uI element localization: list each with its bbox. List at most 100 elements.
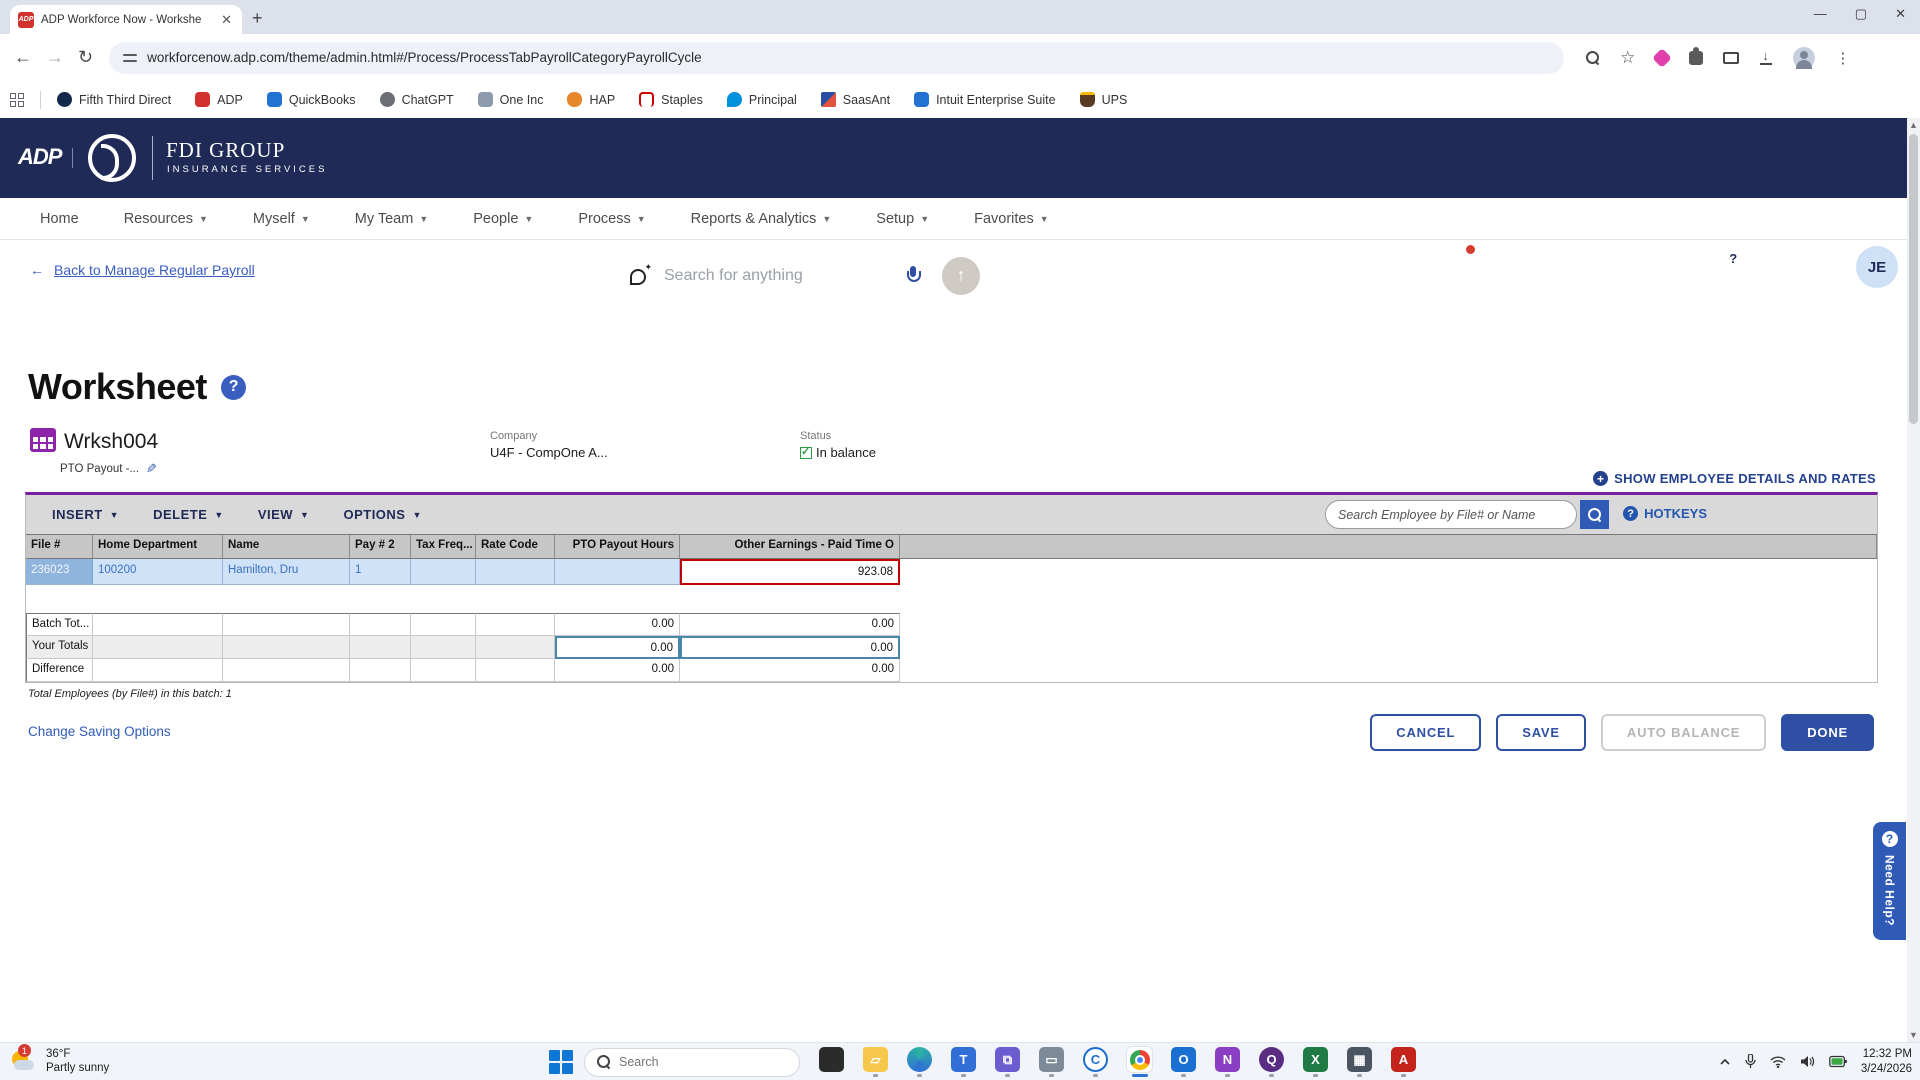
global-search-input[interactable]	[664, 267, 892, 285]
nav-favorites[interactable]: Favorites▼	[974, 211, 1049, 227]
wifi-icon[interactable]	[1770, 1056, 1786, 1068]
taskbar-search-input[interactable]	[619, 1055, 769, 1069]
scroll-up-icon[interactable]: ▲	[1909, 120, 1918, 130]
site-settings-icon[interactable]	[123, 52, 137, 64]
back-to-payroll-link[interactable]: ← Back to Manage Regular Payroll	[30, 262, 255, 278]
edge-icon[interactable]	[906, 1047, 933, 1077]
outlook-icon[interactable]: O	[1170, 1047, 1197, 1077]
employee-search-input[interactable]	[1338, 508, 1564, 522]
chrome-icon[interactable]	[1126, 1047, 1153, 1077]
browser-tab[interactable]: ADP ADP Workforce Now - Workshe ✕	[10, 5, 242, 34]
done-button[interactable]: DONE	[1781, 714, 1874, 751]
nav-my-team[interactable]: My Team▼	[355, 211, 428, 227]
your-total-pto[interactable]: 0.00	[555, 636, 680, 659]
change-saving-options-link[interactable]: Change Saving Options	[28, 724, 171, 739]
back-icon[interactable]: ←	[14, 47, 32, 68]
teams-icon[interactable]: T	[950, 1047, 977, 1077]
nav-myself[interactable]: Myself▼	[253, 211, 310, 227]
menu-bridge[interactable]: Bridge	[1652, 248, 1685, 288]
cancel-button[interactable]: CANCEL	[1370, 714, 1481, 751]
cell-name[interactable]: Hamilton, Dru	[223, 559, 350, 585]
adp-logo[interactable]: ADP	[18, 144, 61, 170]
user-avatar[interactable]: JE	[1856, 246, 1898, 288]
cell-pto-hours[interactable]	[555, 559, 680, 585]
scroll-down-icon[interactable]: ▼	[1909, 1030, 1918, 1040]
speaker-icon[interactable]	[1800, 1055, 1815, 1068]
calculator-icon[interactable]: ▦	[1346, 1047, 1373, 1077]
hidden-icons-chevron[interactable]	[1719, 1057, 1731, 1067]
apps-grid-icon[interactable]	[10, 93, 24, 107]
profile-icon[interactable]	[1793, 47, 1815, 69]
search-submit-button[interactable]: ↑	[942, 257, 980, 295]
nav-setup[interactable]: Setup▼	[876, 211, 929, 227]
cell-rate-code[interactable]	[476, 559, 555, 585]
employee-search-button[interactable]	[1580, 500, 1609, 529]
edit-pencil-icon[interactable]: ✎	[146, 461, 157, 477]
bookmark-principal[interactable]: Principal	[727, 92, 797, 107]
nav-people[interactable]: People▼	[473, 211, 533, 227]
col-tax-freq[interactable]: Tax Freq...	[411, 535, 476, 559]
menu-kebab-icon[interactable]: ⋮	[1835, 49, 1850, 67]
your-total-other[interactable]: 0.00	[680, 636, 900, 659]
hotkeys-button[interactable]: ?HOTKEYS	[1623, 506, 1707, 521]
new-tab-button[interactable]: +	[252, 8, 263, 29]
zoom-icon[interactable]	[1586, 51, 1600, 65]
save-button[interactable]: SAVE	[1496, 714, 1586, 751]
microphone-icon[interactable]	[906, 266, 920, 286]
side-panel-icon[interactable]	[1723, 52, 1739, 64]
close-window-icon[interactable]: ✕	[1895, 6, 1906, 22]
downloads-icon[interactable]	[1759, 51, 1773, 65]
col-file[interactable]: File #	[26, 535, 93, 559]
onenote-icon[interactable]: N	[1214, 1047, 1241, 1077]
bookmark-star-icon[interactable]: ☆	[1620, 48, 1635, 68]
delete-button[interactable]: DELETE▼	[141, 501, 236, 528]
weather-widget[interactable]: 1 36°F Partly sunny	[10, 1047, 109, 1076]
employee-search[interactable]	[1325, 500, 1577, 529]
bookmark-one-inc[interactable]: One Inc	[478, 92, 544, 107]
taskbar-search[interactable]	[584, 1048, 800, 1077]
bookmark-fifth-third[interactable]: Fifth Third Direct	[57, 92, 171, 107]
table-row[interactable]: 236023 100200 Hamilton, Dru 1 923.08	[26, 559, 1877, 585]
nav-resources[interactable]: Resources▼	[124, 211, 208, 227]
copilot-icon[interactable]: C	[1082, 1047, 1109, 1077]
menu-support[interactable]: Support	[1712, 248, 1752, 288]
col-rate-code[interactable]: Rate Code	[476, 535, 555, 559]
options-button[interactable]: OPTIONS▼	[331, 501, 433, 528]
battery-icon[interactable]	[1829, 1055, 1847, 1068]
nav-home[interactable]: Home	[40, 211, 79, 227]
insert-button[interactable]: INSERT▼	[40, 501, 131, 528]
cell-tax-freq[interactable]	[411, 559, 476, 585]
bookmark-staples[interactable]: Staples	[639, 92, 703, 107]
bookmark-quickbooks[interactable]: QuickBooks	[267, 92, 356, 107]
nav-process[interactable]: Process▼	[578, 211, 645, 227]
bookmark-chatgpt[interactable]: ChatGPT	[380, 92, 454, 107]
view-button[interactable]: VIEW▼	[246, 501, 322, 528]
nav-reports-analytics[interactable]: Reports & Analytics▼	[691, 211, 832, 227]
show-employee-details-link[interactable]: + SHOW EMPLOYEE DETAILS AND RATES	[1593, 471, 1876, 486]
bookmark-ups[interactable]: UPS	[1080, 92, 1128, 107]
address-bar[interactable]: workforcenow.adp.com/theme/admin.html#/P…	[109, 42, 1564, 74]
forward-icon[interactable]: →	[46, 47, 64, 68]
cell-pay2[interactable]: 1	[350, 559, 411, 585]
maximize-icon[interactable]: ▢	[1855, 6, 1867, 22]
file-explorer-icon[interactable]: ▱	[862, 1047, 889, 1077]
global-search[interactable]: ↑	[610, 251, 986, 300]
menu-learn[interactable]: Learn	[1595, 248, 1624, 288]
start-button[interactable]	[548, 1049, 574, 1075]
teams-classic-icon[interactable]: ⧉	[994, 1047, 1021, 1077]
col-pay2[interactable]: Pay # 2	[350, 535, 411, 559]
acrobat-icon[interactable]: A	[1390, 1047, 1417, 1077]
cell-home-department[interactable]: 100200	[93, 559, 223, 585]
extensions-icon[interactable]	[1689, 51, 1703, 65]
cell-file[interactable]: 236023	[26, 559, 93, 585]
bookmark-adp[interactable]: ADP	[195, 92, 243, 107]
tab-close-icon[interactable]: ✕	[219, 12, 234, 28]
col-other-earnings[interactable]: Other Earnings - Paid Time O	[680, 535, 900, 559]
vertical-scrollbar[interactable]: ▲ ▼	[1907, 118, 1920, 1042]
menu-things-to-do[interactable]: Things to Do	[1430, 248, 1495, 288]
help-icon[interactable]: ?	[221, 375, 246, 400]
cell-other-earnings[interactable]: 923.08	[680, 559, 900, 585]
pinned-extension-icon[interactable]	[1652, 48, 1672, 68]
excel-icon[interactable]: X	[1302, 1047, 1329, 1077]
col-pto-hours[interactable]: PTO Payout Hours	[555, 535, 680, 559]
